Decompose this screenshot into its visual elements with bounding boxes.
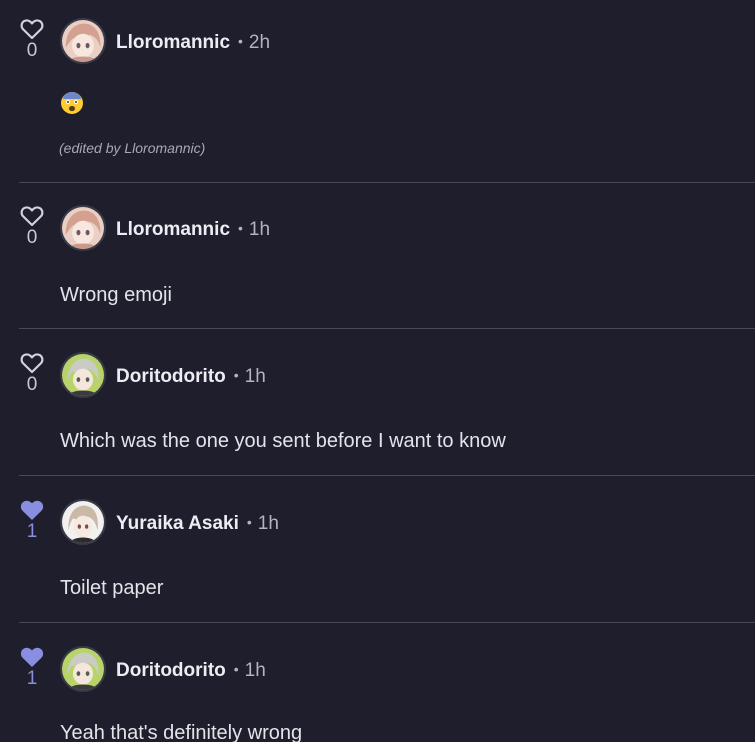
green-bg-avatar-icon — [62, 648, 104, 690]
avatar[interactable] — [60, 205, 106, 251]
username[interactable]: Doritodorito — [116, 660, 226, 681]
divider — [19, 475, 755, 476]
timestamp: 1h — [244, 366, 266, 387]
avatar[interactable] — [60, 352, 106, 398]
comment-meta: Lloromannic • 2h — [116, 29, 270, 55]
username[interactable]: Lloromannic — [116, 219, 230, 240]
like-count: 0 — [26, 40, 38, 61]
comment-body: Which was the one you sent before I want… — [60, 430, 506, 452]
divider — [19, 182, 755, 183]
white-bg-avatar-icon — [62, 501, 104, 543]
pink-hair-avatar-icon — [62, 20, 104, 62]
avatar[interactable] — [60, 646, 106, 692]
vote-area: 0 — [16, 18, 48, 62]
separator-dot: • — [238, 220, 243, 236]
timestamp: 1h — [257, 513, 279, 534]
separator-dot: • — [246, 514, 252, 530]
heart-filled-icon[interactable] — [20, 646, 44, 668]
heart-outline-icon[interactable] — [20, 205, 44, 227]
vote-area: 0 — [16, 205, 48, 249]
timestamp: 2h — [248, 32, 271, 53]
green-bg-avatar-icon — [62, 354, 104, 396]
username[interactable]: Lloromannic — [116, 32, 230, 53]
heart-outline-icon[interactable] — [20, 18, 44, 40]
timestamp: 1h — [248, 219, 271, 240]
timestamp: 1h — [244, 660, 266, 681]
comment-meta: Doritodorito • 1h — [116, 363, 266, 389]
pink-hair-avatar-icon — [62, 207, 104, 249]
vote-area: 1 — [16, 499, 48, 543]
avatar[interactable] — [60, 499, 106, 545]
comment-feed: 0 Lloromannic•2h (edited by Lloromanni — [0, 0, 755, 742]
avatar[interactable] — [60, 18, 106, 64]
comment-body: Yeah that's definitely wrong — [60, 722, 303, 742]
username[interactable]: Yuraika Asaki — [116, 513, 239, 534]
separator-dot: • — [238, 33, 243, 49]
heart-outline-icon[interactable] — [20, 352, 44, 374]
comment-meta: Doritodorito • 1h — [116, 657, 266, 683]
comment-body: Toilet paper — [60, 577, 164, 599]
username[interactable]: Doritodorito — [116, 366, 226, 387]
like-count: 1 — [26, 521, 38, 542]
like-count: 0 — [26, 374, 38, 395]
heart-filled-icon[interactable] — [20, 499, 44, 521]
fearful-face-emoji-icon — [61, 92, 83, 114]
separator-dot: • — [233, 367, 239, 383]
like-count: 0 — [26, 227, 38, 248]
comment-meta: Lloromannic • 1h — [116, 216, 270, 242]
divider — [19, 328, 755, 329]
divider — [19, 622, 755, 623]
edited-note: (edited by Lloromannic) — [59, 140, 206, 156]
like-count: 1 — [26, 668, 38, 689]
vote-area: 0 — [16, 352, 48, 396]
separator-dot: • — [233, 661, 239, 677]
comment-body: Wrong emoji — [60, 284, 172, 306]
vote-area: 1 — [16, 646, 48, 690]
comment-meta: Yuraika Asaki • 1h — [116, 510, 279, 536]
